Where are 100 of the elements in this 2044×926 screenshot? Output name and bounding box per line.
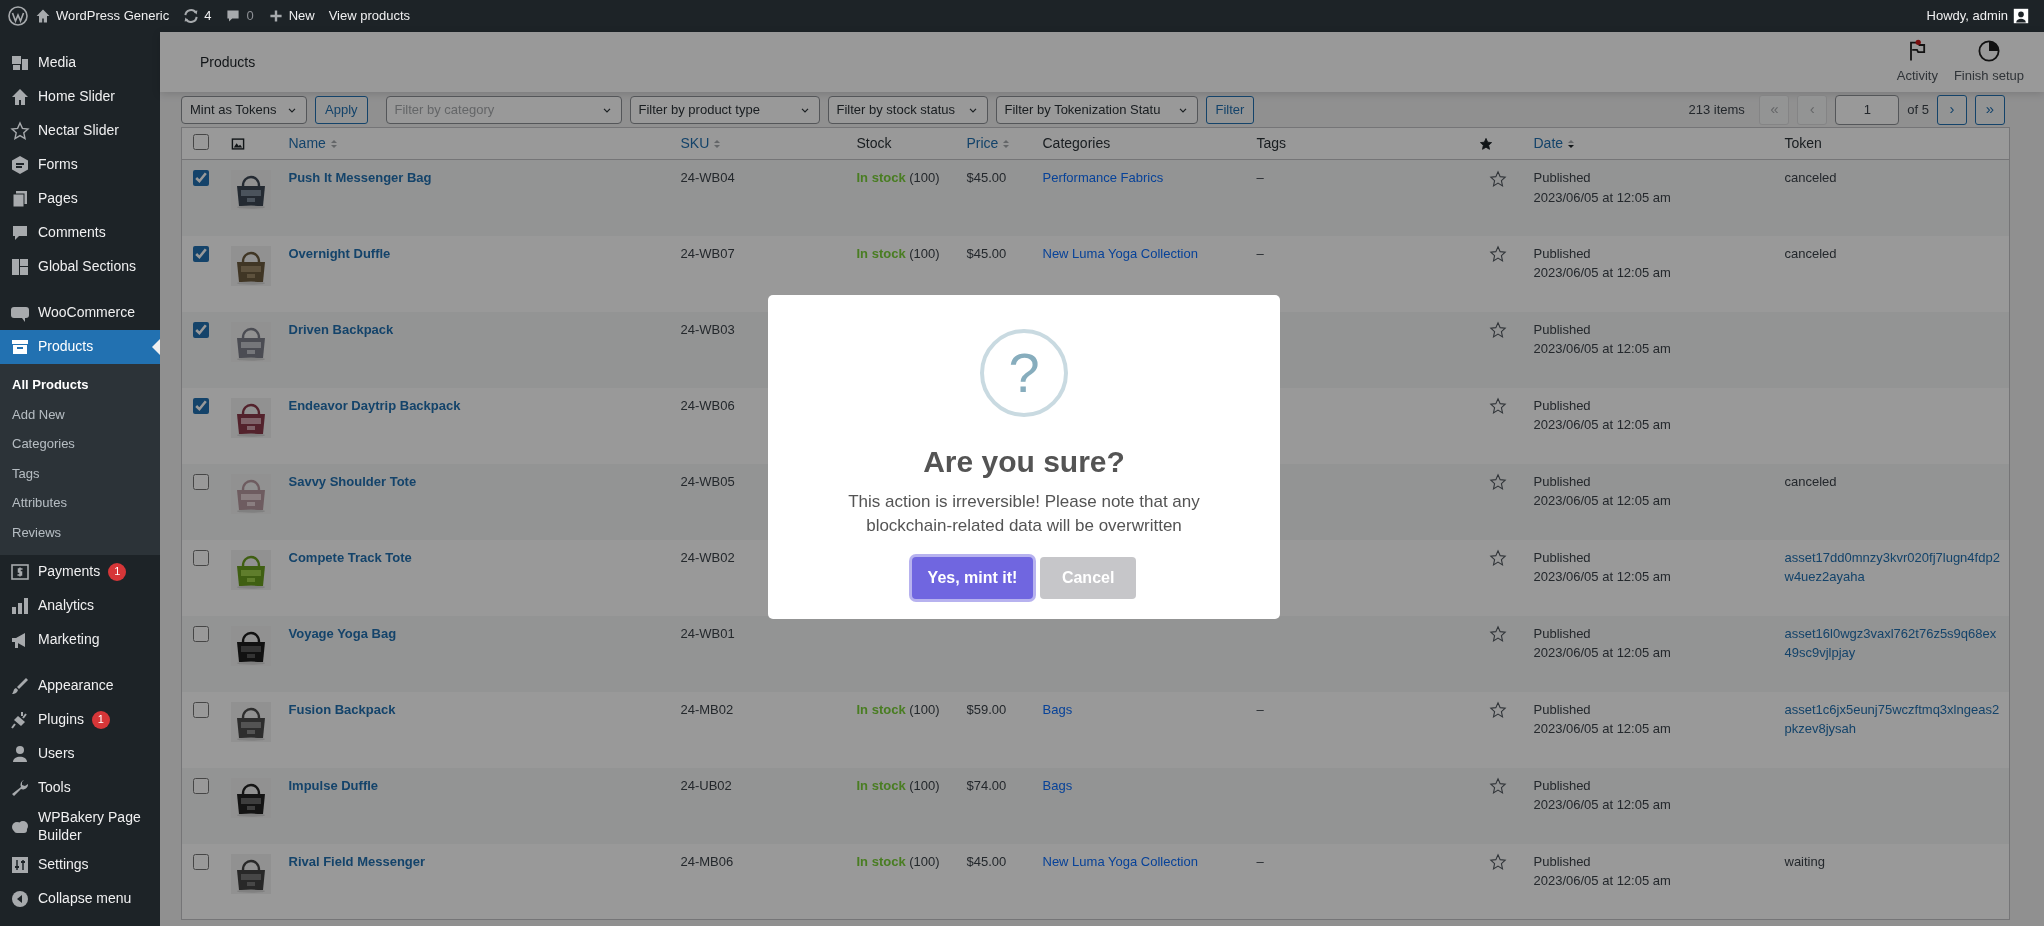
sidebar-item[interactable]: Products bbox=[0, 330, 160, 364]
sidebar-item[interactable]: Pages bbox=[0, 182, 160, 216]
category-link[interactable]: New Luma Yoga Collection bbox=[1042, 853, 1198, 869]
apply-button[interactable]: Apply bbox=[315, 95, 368, 124]
row-checkbox[interactable] bbox=[193, 777, 209, 794]
wordpress-logo-icon[interactable] bbox=[8, 6, 28, 26]
submenu-item[interactable]: Tags bbox=[0, 458, 160, 488]
new-link[interactable]: New bbox=[260, 0, 322, 32]
table-cell: 24-WB01 bbox=[680, 625, 735, 641]
column-sort-link[interactable]: Date bbox=[1533, 133, 1577, 154]
product-name-link[interactable]: Overnight Duffle bbox=[288, 245, 391, 261]
category-link[interactable]: Performance Fabrics bbox=[1042, 170, 1164, 185]
sidebar-item[interactable]: Nectar Slider bbox=[0, 114, 160, 148]
product-name-link[interactable]: Driven Backpack bbox=[288, 321, 394, 337]
submenu-item[interactable]: All Products bbox=[0, 370, 160, 400]
token-status: waiting bbox=[1784, 853, 1825, 869]
star-icon[interactable] bbox=[1489, 169, 1507, 188]
star-icon[interactable] bbox=[1489, 853, 1507, 872]
star-icon[interactable] bbox=[1489, 701, 1507, 720]
product-name-link[interactable]: Impulse Duffle bbox=[288, 777, 379, 793]
stock-status: In stock (100) bbox=[856, 245, 940, 261]
product-name-link[interactable]: Savvy Shoulder Tote bbox=[288, 473, 417, 489]
sidebar-item[interactable]: Forms bbox=[0, 148, 160, 182]
submenu-item[interactable]: Attributes bbox=[0, 488, 160, 518]
star-icon[interactable] bbox=[1489, 625, 1507, 644]
sidebar-item[interactable]: Collapse menu bbox=[0, 882, 160, 916]
header-action[interactable]: Activity bbox=[1888, 38, 1946, 86]
star-icon bbox=[10, 121, 30, 141]
collapse-icon bbox=[10, 889, 30, 909]
product-name-link[interactable]: Push It Messenger Bag bbox=[288, 170, 432, 185]
star-icon[interactable] bbox=[1489, 777, 1507, 796]
table-cell: 24-UB02 bbox=[680, 777, 732, 793]
publish-date: Published 2023/06/05 at 12:05 am bbox=[1533, 700, 1672, 738]
column-sort-link[interactable]: SKU bbox=[680, 133, 723, 154]
category-link[interactable]: Bags bbox=[1042, 701, 1073, 717]
row-checkbox[interactable] bbox=[193, 170, 209, 186]
form-icon bbox=[10, 155, 30, 175]
dialog-message: This action is irreversible! Please note that any blockchain-related data will be overwritten bbox=[847, 491, 1201, 537]
sidebar-item[interactable]: Marketing bbox=[0, 623, 160, 657]
site-link[interactable]: WordPress Generic bbox=[28, 0, 177, 32]
select-all-checkbox[interactable] bbox=[193, 133, 209, 150]
confirm-button[interactable]: Yes, mint it! bbox=[911, 557, 1034, 600]
row-checkbox[interactable] bbox=[193, 701, 209, 718]
sidebar-item[interactable]: Media bbox=[0, 46, 160, 80]
sidebar-item[interactable]: Appearance bbox=[0, 669, 160, 703]
comments-link[interactable]: 0 bbox=[218, 0, 261, 32]
category-link[interactable]: New Luma Yoga Collection bbox=[1042, 245, 1198, 261]
dropdown[interactable]: Mint as Tokens bbox=[181, 95, 307, 124]
image-icon bbox=[230, 137, 245, 152]
row-checkbox[interactable] bbox=[193, 245, 209, 262]
dropdown[interactable]: Filter by product type bbox=[629, 95, 820, 124]
sidebar-item[interactable]: Settings bbox=[0, 848, 160, 882]
account-link[interactable]: Howdy, admin bbox=[1919, 0, 2036, 32]
submenu-item[interactable]: Reviews bbox=[0, 517, 160, 547]
row-checkbox[interactable] bbox=[193, 473, 209, 490]
product-name-link[interactable]: Rival Field Messenger bbox=[288, 853, 426, 869]
row-checkbox[interactable] bbox=[193, 853, 209, 870]
star-icon[interactable] bbox=[1489, 549, 1507, 568]
view-products-link[interactable]: View products bbox=[321, 0, 418, 32]
pagination-button[interactable]: » bbox=[1975, 94, 2005, 125]
product-name-link[interactable]: Compete Track Tote bbox=[288, 549, 412, 565]
star-icon[interactable] bbox=[1489, 473, 1507, 492]
product-name-link[interactable]: Voyage Yoga Bag bbox=[288, 625, 397, 641]
column-sort-link[interactable]: Price bbox=[966, 133, 1012, 154]
sidebar-item[interactable]: WooCommerce bbox=[0, 296, 160, 330]
star-icon[interactable] bbox=[1489, 397, 1507, 416]
refresh-icon bbox=[183, 8, 200, 24]
token-link[interactable]: asset1c6jx5eunj75wczftmq3xlngeas2pkzev8jysah bbox=[1784, 699, 2001, 739]
token-link[interactable]: asset17dd0mnzy3kvr020fj7lugn4fdp2w4uez2ayaha bbox=[1784, 547, 2001, 587]
header-action[interactable]: Finish setup bbox=[1945, 38, 2032, 86]
star-icon[interactable] bbox=[1489, 321, 1507, 340]
submenu-item[interactable]: Add New bbox=[0, 399, 160, 429]
dropdown[interactable]: Filter by stock status bbox=[827, 95, 988, 124]
sidebar-item[interactable]: Users bbox=[0, 737, 160, 771]
pagination-button[interactable]: › bbox=[1937, 94, 1967, 125]
sidebar-item[interactable]: WPBakery Page Builder bbox=[0, 805, 160, 848]
comment-icon bbox=[225, 8, 242, 24]
count-badge: 1 bbox=[108, 563, 127, 581]
row-checkbox[interactable] bbox=[193, 625, 209, 642]
page-input[interactable]: 1 bbox=[1835, 94, 1900, 125]
product-name-link[interactable]: Fusion Backpack bbox=[288, 701, 396, 717]
category-link[interactable]: Bags bbox=[1042, 777, 1073, 793]
sidebar-item[interactable]: Plugins 1 bbox=[0, 703, 160, 737]
submenu-item[interactable]: Categories bbox=[0, 429, 160, 459]
sidebar-item[interactable]: Tools bbox=[0, 771, 160, 805]
updates-link[interactable]: 4 bbox=[176, 0, 219, 32]
sidebar-item[interactable]: Home Slider bbox=[0, 80, 160, 114]
star-icon[interactable] bbox=[1489, 245, 1507, 264]
filter-button[interactable]: Filter bbox=[1205, 95, 1255, 124]
column-sort-link[interactable]: Name bbox=[288, 133, 339, 154]
sidebar-item[interactable]: Comments bbox=[0, 216, 160, 250]
row-checkbox[interactable] bbox=[193, 549, 209, 566]
sidebar-item[interactable]: Analytics bbox=[0, 589, 160, 623]
row-checkbox[interactable] bbox=[193, 397, 209, 414]
dropdown[interactable]: Filter by Tokenization Statu bbox=[995, 95, 1198, 124]
sidebar-item[interactable]: Global Sections bbox=[0, 250, 160, 284]
page-title: Products bbox=[200, 52, 257, 72]
product-name-link[interactable]: Endeavor Daytrip Backpack bbox=[288, 397, 461, 413]
sidebar-item[interactable]: Payments 1 bbox=[0, 555, 160, 589]
row-checkbox[interactable] bbox=[193, 321, 209, 338]
